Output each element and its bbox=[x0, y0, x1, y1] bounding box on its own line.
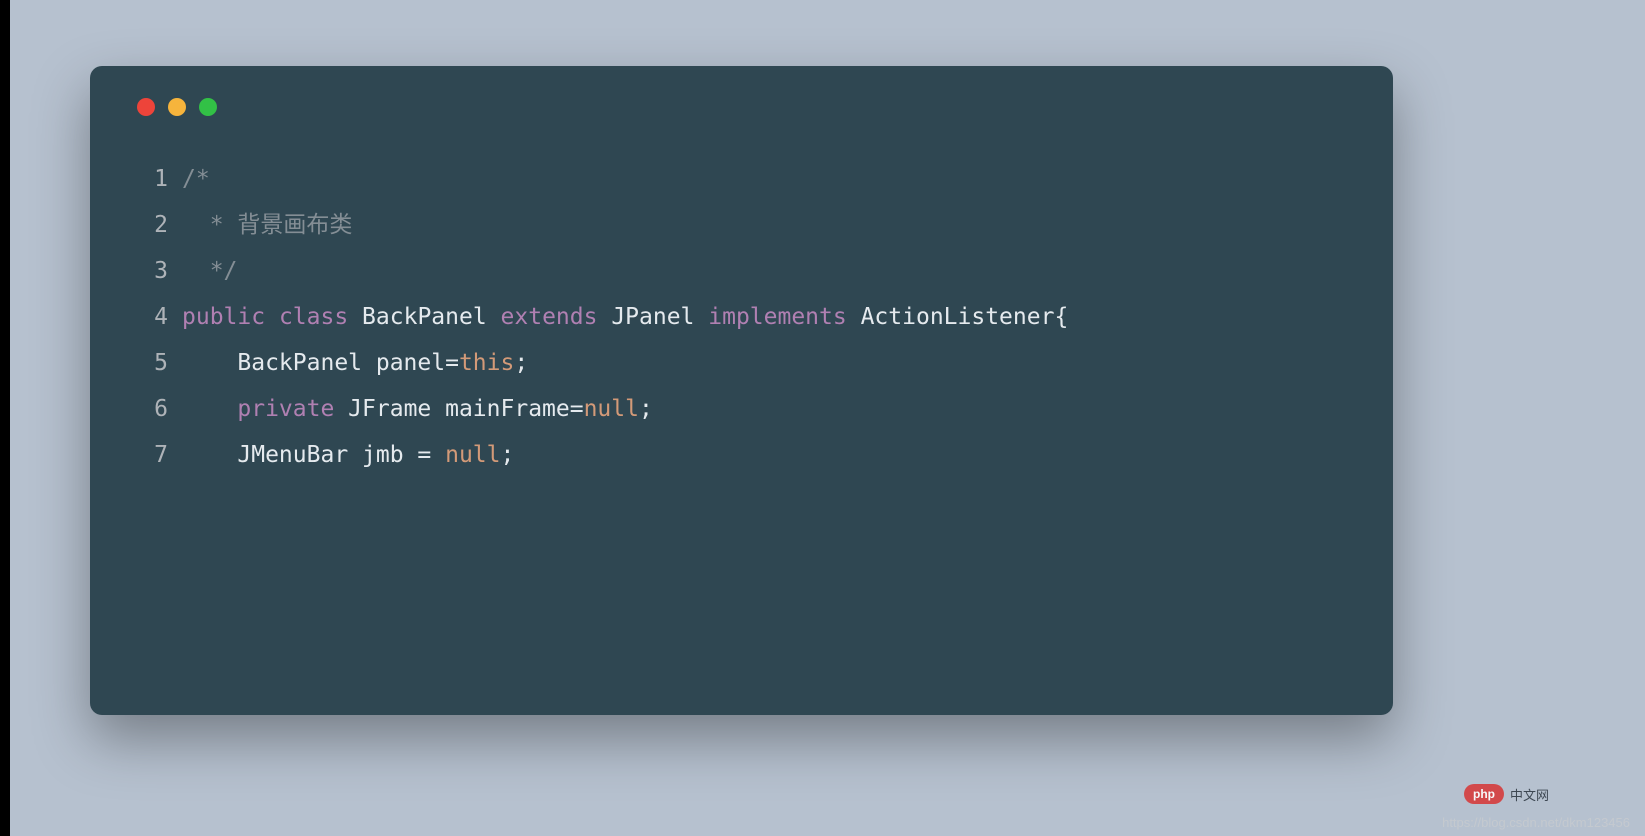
code-line: 5 BackPanel panel=this; bbox=[132, 340, 1351, 386]
code-token: implements bbox=[708, 304, 846, 330]
code-line: 6 private JFrame mainFrame=null; bbox=[132, 386, 1351, 432]
code-token bbox=[265, 304, 279, 330]
code-editor-window: 1/*2 * 背景画布类3 */4public class BackPanel … bbox=[90, 66, 1393, 715]
line-number: 6 bbox=[132, 386, 168, 432]
code-token: JMenuBar jmb = bbox=[182, 442, 445, 468]
code-line: 2 * 背景画布类 bbox=[132, 202, 1351, 248]
code-token: * 背景画布类 bbox=[182, 212, 352, 238]
code-token: class bbox=[279, 304, 348, 330]
watermark-pill: php bbox=[1464, 784, 1504, 804]
line-number: 3 bbox=[132, 248, 168, 294]
code-content: * 背景画布类 bbox=[182, 202, 1351, 248]
code-content: public class BackPanel extends JPanel im… bbox=[182, 294, 1351, 340]
code-line: 3 */ bbox=[132, 248, 1351, 294]
line-number: 5 bbox=[132, 340, 168, 386]
watermark-url: https://blog.csdn.net/dkm123456 bbox=[1442, 815, 1630, 830]
code-token: null bbox=[584, 396, 639, 422]
code-line: 4 public class BackPanel extends JPanel i… bbox=[132, 294, 1351, 340]
code-token: ; bbox=[639, 396, 653, 422]
code-token: public bbox=[182, 304, 265, 330]
watermark-logo: php 中文网 bbox=[1464, 784, 1549, 804]
watermark-label: 中文网 bbox=[1510, 785, 1549, 804]
code-content: BackPanel panel=this; bbox=[182, 340, 1351, 386]
line-number: 2 bbox=[132, 202, 168, 248]
code-token: this bbox=[459, 350, 514, 376]
code-token: /* bbox=[182, 166, 210, 192]
code-token: BackPanel panel= bbox=[182, 350, 459, 376]
code-token: ; bbox=[501, 442, 515, 468]
code-token: ; bbox=[514, 350, 528, 376]
code-token: extends bbox=[501, 304, 598, 330]
line-number: 7 bbox=[132, 432, 168, 478]
code-token: { bbox=[1054, 304, 1068, 330]
code-content: /* bbox=[182, 156, 1351, 202]
code-token: BackPanel bbox=[348, 304, 500, 330]
code-token: private bbox=[237, 396, 334, 422]
code-token: JPanel bbox=[597, 304, 708, 330]
minimize-icon[interactable] bbox=[168, 98, 186, 116]
code-area: 1/*2 * 背景画布类3 */4public class BackPanel … bbox=[132, 156, 1351, 478]
code-token: null bbox=[445, 442, 500, 468]
code-token bbox=[182, 396, 237, 422]
code-line: 1 /* bbox=[132, 156, 1351, 202]
line-number: 4 bbox=[132, 294, 168, 340]
close-icon[interactable] bbox=[137, 98, 155, 116]
code-token: */ bbox=[182, 258, 237, 284]
code-token: ActionListener bbox=[847, 304, 1055, 330]
window-controls bbox=[137, 98, 1351, 116]
maximize-icon[interactable] bbox=[199, 98, 217, 116]
code-content: private JFrame mainFrame=null; bbox=[182, 386, 1351, 432]
code-line: 7 JMenuBar jmb = null; bbox=[132, 432, 1351, 478]
page-left-bar bbox=[0, 0, 10, 836]
line-number: 1 bbox=[132, 156, 168, 202]
code-content: */ bbox=[182, 248, 1351, 294]
code-content: JMenuBar jmb = null; bbox=[182, 432, 1351, 478]
code-token: JFrame mainFrame= bbox=[334, 396, 583, 422]
